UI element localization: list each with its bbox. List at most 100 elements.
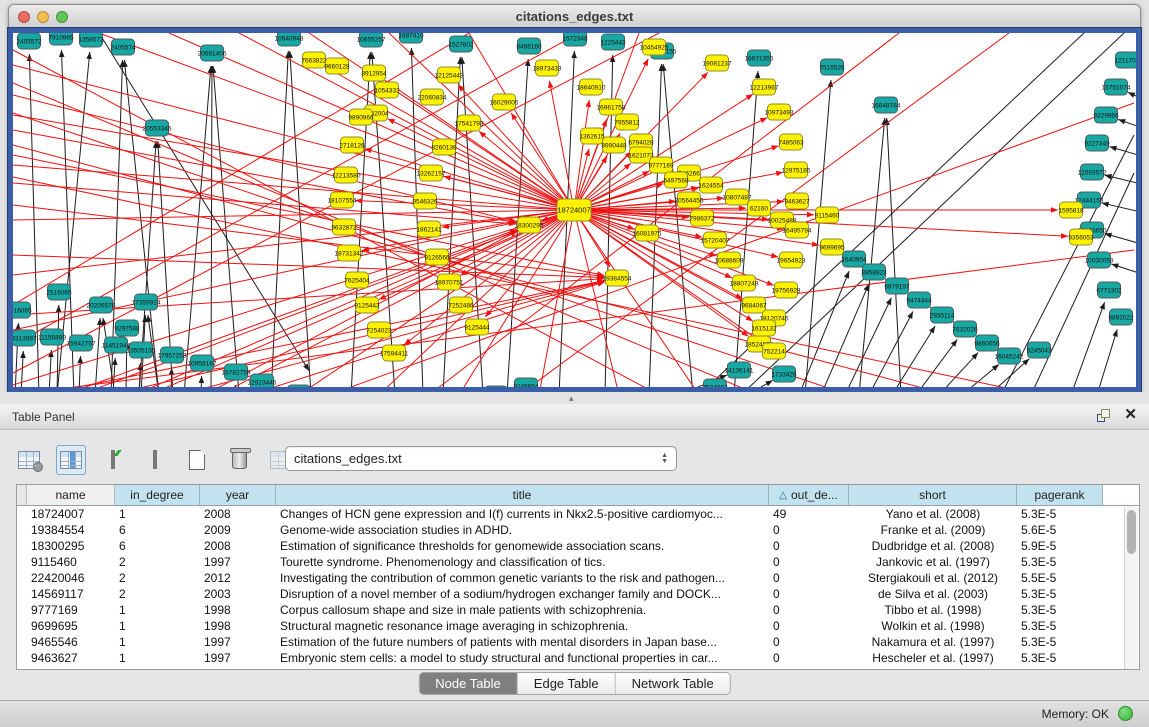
cell-pagerank[interactable]: 5.3E-5 bbox=[1017, 619, 1103, 633]
cell-out_degree[interactable]: 0 bbox=[769, 587, 849, 601]
cell-year[interactable]: 1998 bbox=[200, 619, 276, 633]
cell-year[interactable]: 1997 bbox=[200, 555, 276, 569]
table-row[interactable]: 1872400712008Changes of HCN gene express… bbox=[17, 506, 1139, 522]
cell-pagerank[interactable]: 5.3E-5 bbox=[1017, 651, 1103, 665]
cell-pagerank[interactable]: 5.6E-5 bbox=[1017, 523, 1103, 537]
cell-pagerank[interactable]: 5.5E-5 bbox=[1017, 571, 1103, 585]
cell-year[interactable]: 2003 bbox=[200, 587, 276, 601]
cell-short[interactable]: de Silva et al. (2003) bbox=[849, 587, 1017, 601]
cell-short[interactable]: Tibbo et al. (1998) bbox=[849, 603, 1017, 617]
cell-pagerank[interactable]: 5.3E-5 bbox=[1017, 635, 1103, 649]
delete-button[interactable] bbox=[224, 445, 254, 475]
table-row[interactable]: 2242004622012Investigating the contribut… bbox=[17, 570, 1139, 586]
cell-year[interactable]: 2009 bbox=[200, 523, 276, 537]
table-row[interactable]: 911546021997Tourette syndrome. Phenomeno… bbox=[17, 554, 1139, 570]
cell-name[interactable]: 9463627 bbox=[27, 651, 115, 665]
cell-short[interactable]: Jankovic et al. (1997) bbox=[849, 555, 1017, 569]
cell-year[interactable]: 1997 bbox=[200, 635, 276, 649]
float-window-icon[interactable] bbox=[1097, 409, 1110, 422]
table-row[interactable]: 969969511998Structural magnetic resonanc… bbox=[17, 618, 1139, 634]
new-table-button[interactable] bbox=[182, 445, 212, 475]
cell-title[interactable]: Estimation of the future numbers of pati… bbox=[276, 635, 769, 649]
cell-name[interactable]: 14569117 bbox=[27, 587, 115, 601]
show-columns-button[interactable] bbox=[56, 445, 86, 475]
cell-title[interactable]: Disruption of a novel member of a sodium… bbox=[276, 587, 769, 601]
cell-title[interactable]: Embryonic stem cells: a model to study s… bbox=[276, 651, 769, 665]
cell-out_degree[interactable]: 0 bbox=[769, 635, 849, 649]
column-header-title[interactable]: title bbox=[276, 485, 769, 505]
network-window-titlebar[interactable]: citations_edges.txt bbox=[8, 4, 1141, 28]
cell-in_degree[interactable]: 1 bbox=[115, 635, 200, 649]
cell-year[interactable]: 1997 bbox=[200, 651, 276, 665]
cell-title[interactable]: Tourette syndrome. Phenomenology and cla… bbox=[276, 555, 769, 569]
table-selector-dropdown[interactable]: citations_edges.txt ▲▼ bbox=[285, 446, 677, 471]
cell-out_degree[interactable]: 0 bbox=[769, 539, 849, 553]
scrollbar-thumb[interactable] bbox=[1127, 510, 1136, 554]
cell-out_degree[interactable]: 0 bbox=[769, 571, 849, 585]
cell-in_degree[interactable]: 1 bbox=[115, 507, 200, 521]
network-view[interactable]: 2405572791098513585722405574206914061094… bbox=[8, 28, 1141, 392]
cell-year[interactable]: 2012 bbox=[200, 571, 276, 585]
cell-short[interactable]: Franke et al. (2009) bbox=[849, 523, 1017, 537]
select-all-button[interactable] bbox=[98, 445, 128, 475]
table-row[interactable]: 946554611997Estimation of the future num… bbox=[17, 634, 1139, 650]
cell-name[interactable]: 18300295 bbox=[27, 539, 115, 553]
cell-title[interactable]: Corpus callosum shape and size in male p… bbox=[276, 603, 769, 617]
cell-title[interactable]: Investigating the contribution of common… bbox=[276, 571, 769, 585]
cell-short[interactable]: Dudbridge et al. (2008) bbox=[849, 539, 1017, 553]
cell-title[interactable]: Structural magnetic resonance image aver… bbox=[276, 619, 769, 633]
vertical-scrollbar[interactable] bbox=[1124, 507, 1138, 669]
cell-title[interactable]: Genome-wide association studies in ADHD. bbox=[276, 523, 769, 537]
cell-in_degree[interactable]: 6 bbox=[115, 539, 200, 553]
cell-in_degree[interactable]: 2 bbox=[115, 587, 200, 601]
cell-name[interactable]: 18724007 bbox=[27, 507, 115, 521]
cell-short[interactable]: Wolkin et al. (1998) bbox=[849, 619, 1017, 633]
cell-pagerank[interactable]: 5.3E-5 bbox=[1017, 507, 1103, 521]
splitter-grip-icon[interactable]: ▴ bbox=[569, 393, 574, 404]
cell-short[interactable]: Stergiakouli et al. (2012) bbox=[849, 571, 1017, 585]
graph-node[interactable] bbox=[288, 385, 311, 387]
cell-pagerank[interactable]: 5.3E-5 bbox=[1017, 587, 1103, 601]
column-header-in_degree[interactable]: in_degree bbox=[115, 485, 200, 505]
graph-node[interactable] bbox=[485, 386, 508, 387]
cell-out_degree[interactable]: 0 bbox=[769, 555, 849, 569]
cell-out_degree[interactable]: 0 bbox=[769, 619, 849, 633]
column-header-short[interactable]: short bbox=[849, 485, 1017, 505]
table-row[interactable]: 977716911998Corpus callosum shape and si… bbox=[17, 602, 1139, 618]
cell-name[interactable]: 9699695 bbox=[27, 619, 115, 633]
cell-in_degree[interactable]: 2 bbox=[115, 571, 200, 585]
cell-in_degree[interactable]: 1 bbox=[115, 619, 200, 633]
cell-short[interactable]: Hescheler et al. (1997) bbox=[849, 651, 1017, 665]
close-icon[interactable]: ✕ bbox=[1124, 408, 1137, 422]
table-row[interactable]: 946362711997Embryonic stem cells: a mode… bbox=[17, 650, 1139, 666]
cell-short[interactable]: Nakamura et al. (1997) bbox=[849, 635, 1017, 649]
network-graph[interactable]: 2405572791098513585722405574206914061094… bbox=[13, 33, 1136, 387]
cell-pagerank[interactable]: 5.9E-5 bbox=[1017, 539, 1103, 553]
cell-out_degree[interactable]: 0 bbox=[769, 651, 849, 665]
cell-name[interactable]: 19384554 bbox=[27, 523, 115, 537]
tab-network-table[interactable]: Network Table bbox=[616, 673, 730, 694]
cell-out_degree[interactable]: 0 bbox=[769, 523, 849, 537]
cell-out_degree[interactable]: 49 bbox=[769, 507, 849, 521]
cell-name[interactable]: 22420046 bbox=[27, 571, 115, 585]
deselect-all-button[interactable] bbox=[140, 445, 170, 475]
cell-year[interactable]: 2008 bbox=[200, 507, 276, 521]
cell-year[interactable]: 2008 bbox=[200, 539, 276, 553]
cell-name[interactable]: 9115460 bbox=[27, 555, 115, 569]
panel-splitter[interactable]: ▴ bbox=[0, 392, 1149, 404]
table-row[interactable]: 1830029562008Estimation of significance … bbox=[17, 538, 1139, 554]
cell-short[interactable]: Yano et al. (2008) bbox=[849, 507, 1017, 521]
cell-in_degree[interactable]: 2 bbox=[115, 555, 200, 569]
tab-node-table[interactable]: Node Table bbox=[419, 673, 518, 694]
cell-in_degree[interactable]: 6 bbox=[115, 523, 200, 537]
cell-in_degree[interactable]: 1 bbox=[115, 603, 200, 617]
column-header-year[interactable]: year bbox=[200, 485, 276, 505]
table-row[interactable]: 1456911722003Disruption of a novel membe… bbox=[17, 586, 1139, 602]
table-settings-button[interactable] bbox=[14, 445, 44, 475]
cell-pagerank[interactable]: 5.3E-5 bbox=[1017, 555, 1103, 569]
cell-title[interactable]: Changes of HCN gene expression and I(f) … bbox=[276, 507, 769, 521]
table-row[interactable]: 1938455462009Genome-wide association stu… bbox=[17, 522, 1139, 538]
cell-out_degree[interactable]: 0 bbox=[769, 603, 849, 617]
column-header-out_degree[interactable]: △out_de... bbox=[769, 485, 849, 505]
tab-edge-table[interactable]: Edge Table bbox=[518, 673, 616, 694]
